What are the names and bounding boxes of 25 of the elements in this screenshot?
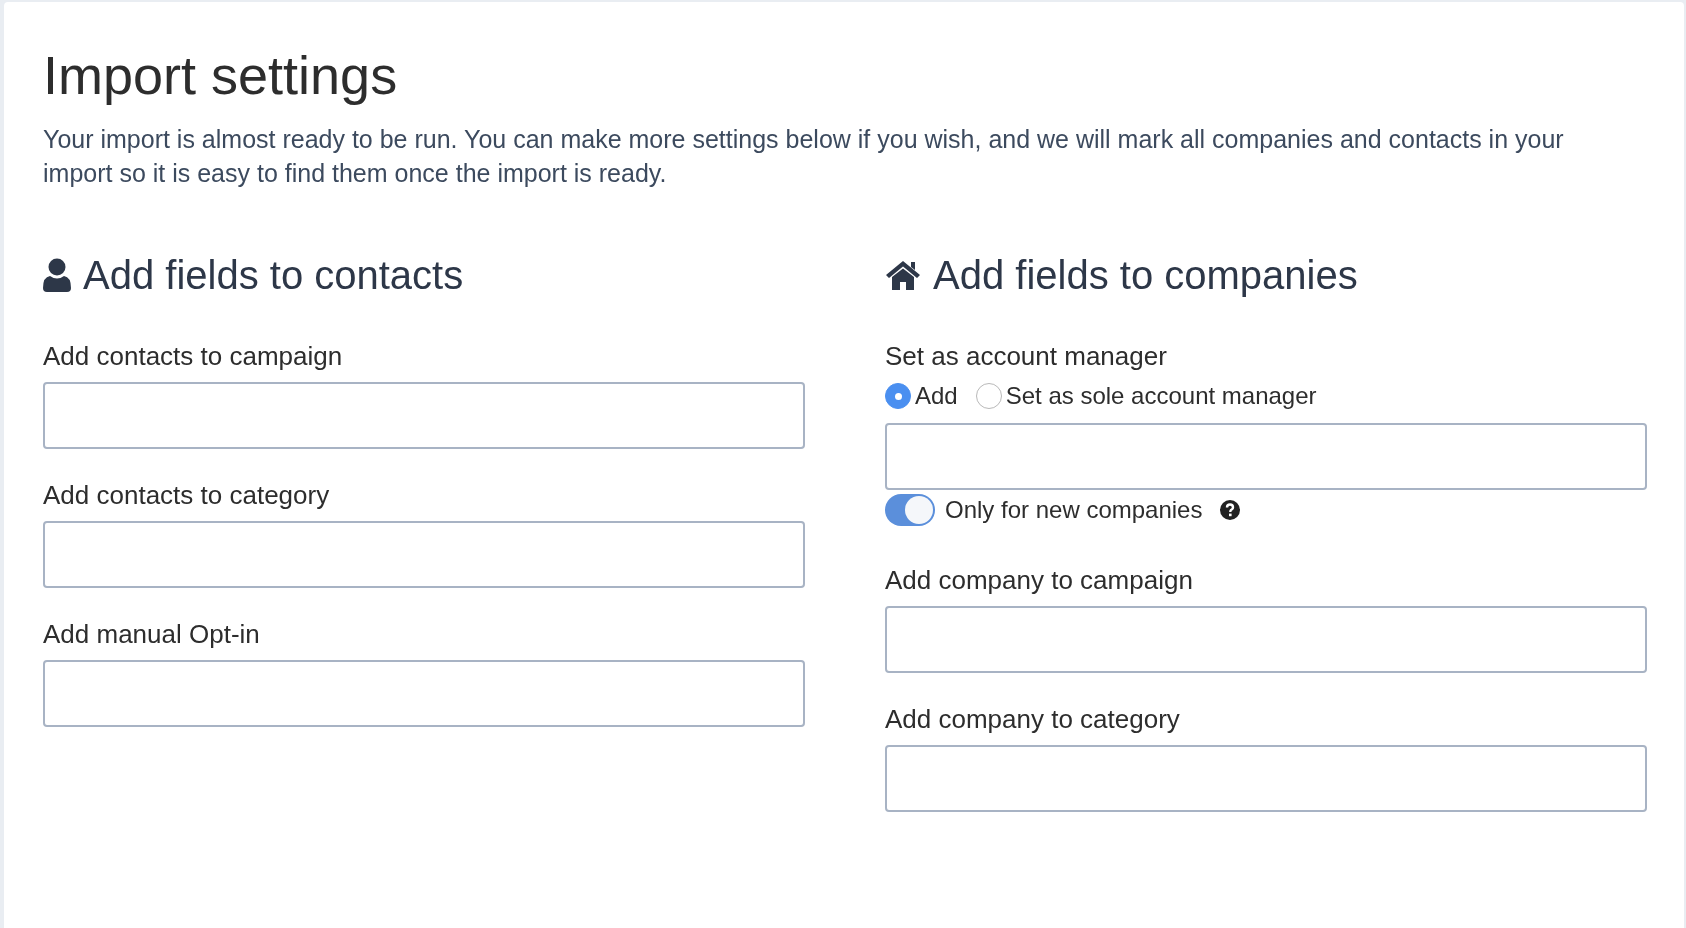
radio-button[interactable] <box>975 383 1002 409</box>
input-field[interactable] <box>885 606 1647 673</box>
person-icon <box>43 258 71 292</box>
field-label: Add contacts to campaign <box>43 340 344 372</box>
input-field[interactable] <box>43 660 805 727</box>
section-heading: Add fields to companies <box>933 252 1358 298</box>
toggle-label: Only for new companies <box>945 496 1203 524</box>
input-field[interactable] <box>43 521 805 588</box>
field-label: Add manual Opt-in <box>43 618 261 650</box>
house-icon <box>885 259 921 291</box>
toggle-switch[interactable] <box>885 494 935 526</box>
intro-text: Your import is almost ready to be run. You can make more settings below if you wish, and we will mark all companies and contacts in your import so it is easy to find them once the import is ready. <box>43 124 1565 189</box>
field-label: Add company to category <box>885 703 1181 735</box>
radio-label: Add <box>915 382 958 410</box>
input-field[interactable] <box>885 423 1647 490</box>
radio-button[interactable] <box>885 383 911 409</box>
field-label: Add company to campaign <box>885 564 1194 596</box>
input-field[interactable] <box>885 745 1647 812</box>
help-icon[interactable] <box>1220 500 1241 520</box>
section-heading: Add fields to contacts <box>83 252 464 298</box>
field-label: Add contacts to category <box>43 479 331 511</box>
radio-label: Set as sole account manager <box>1005 382 1317 410</box>
page-title: Import settings <box>43 44 399 107</box>
input-field[interactable] <box>43 382 805 449</box>
field-label: Set as account manager <box>885 340 1168 372</box>
